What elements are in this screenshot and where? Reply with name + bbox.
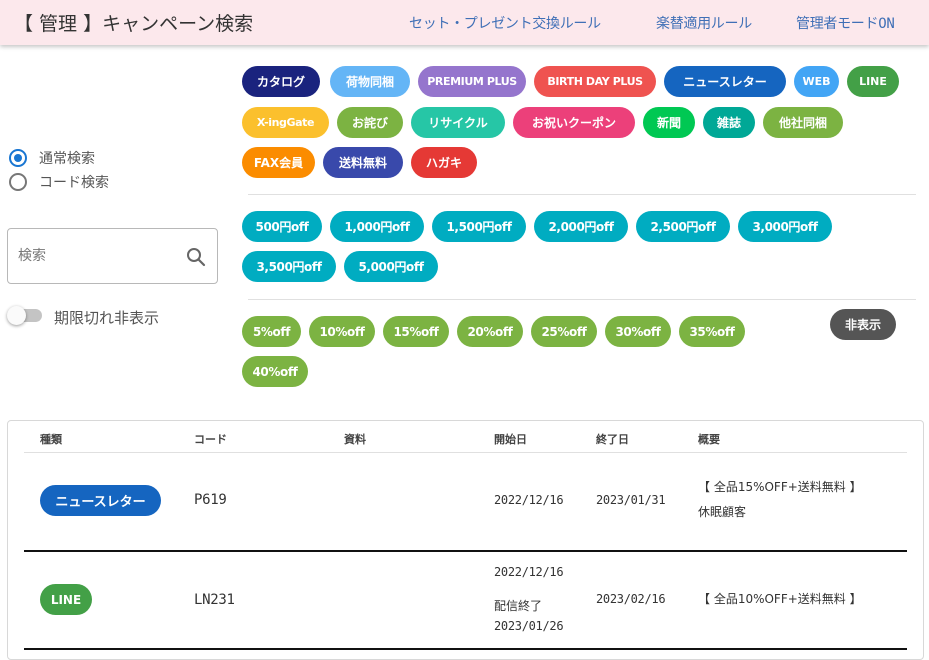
row-type-chip[interactable]: ニュースレター	[40, 485, 161, 516]
chip-yen-off[interactable]: 1,000円off	[330, 211, 424, 242]
radio-label: 通常検索	[39, 151, 95, 167]
row-end-date: 2023/02/16	[596, 592, 666, 606]
row-type-chip[interactable]: LINE	[40, 584, 92, 615]
chip-celebration-coupon[interactable]: お祝いクーポン	[513, 107, 635, 138]
radio-code-search[interactable]: コード検索	[9, 172, 139, 192]
chip-apology[interactable]: お詫び	[337, 107, 403, 138]
column-header-material: 資料	[344, 433, 366, 446]
chip-percent-off[interactable]: 35%off	[679, 316, 745, 347]
chip-percent-off[interactable]: 30%off	[605, 316, 671, 347]
header-divider	[24, 452, 907, 453]
chip-yen-off[interactable]: 500円off	[242, 211, 322, 242]
row-summary: 【 全品10%OFF+送料無料 】	[698, 592, 862, 606]
chip-birthday-plus[interactable]: BIRTH DAY PLUS	[534, 66, 656, 97]
set-present-rule-link[interactable]: セット・プレゼント交換ルール	[409, 13, 601, 33]
chip-web[interactable]: WEB	[794, 66, 839, 97]
chip-catalog[interactable]: カタログ	[242, 66, 320, 97]
app-header: 【 管理 】キャンペーン検索 セット・プレゼント交換ルール 楽替適用ルール 管理…	[0, 0, 929, 45]
row-start-date: 2022/12/16	[494, 565, 564, 579]
chip-fax-member[interactable]: FAX会員	[242, 147, 315, 178]
chip-percent-off[interactable]: 25%off	[531, 316, 597, 347]
row-summary: 【 全品15%OFF+送料無料 】	[698, 480, 862, 494]
chip-package-bundle[interactable]: 荷物同梱	[330, 66, 410, 97]
hide-button[interactable]: 非表示	[830, 309, 896, 340]
radio-checked-icon	[9, 149, 27, 167]
search-icon[interactable]	[184, 245, 208, 269]
search-input[interactable]	[18, 243, 178, 269]
chip-percent-off[interactable]: 20%off	[457, 316, 523, 347]
chip-premium-plus[interactable]: PREMIUM PLUS	[418, 66, 526, 97]
chip-newsletter[interactable]: ニュースレター	[664, 66, 786, 97]
chip-line[interactable]: LINE	[847, 66, 899, 97]
radio-label: コード検索	[39, 175, 109, 191]
row-divider	[24, 550, 907, 552]
chip-yen-off[interactable]: 2,000円off	[534, 211, 628, 242]
column-header-code: コード	[194, 433, 227, 446]
row-code: P619	[194, 492, 227, 508]
divider	[248, 299, 916, 300]
chip-yen-off[interactable]: 5,000円off	[344, 251, 438, 282]
radio-normal-search[interactable]: 通常検索	[9, 148, 139, 168]
chip-newspaper[interactable]: 新聞	[643, 107, 695, 138]
divider	[248, 194, 916, 195]
chip-recycle[interactable]: リサイクル	[411, 107, 505, 138]
chip-percent-off[interactable]: 10%off	[309, 316, 375, 347]
row-summary-note: 休眠顧客	[698, 505, 747, 519]
chip-postcard[interactable]: ハガキ	[411, 147, 477, 178]
chip-percent-off[interactable]: 5%off	[242, 316, 301, 347]
row-start-date: 2022/12/16	[494, 493, 564, 507]
row-divider	[24, 648, 907, 650]
page-title: 【 管理 】キャンペーン検索	[14, 13, 254, 35]
chip-percent-off[interactable]: 15%off	[383, 316, 449, 347]
chip-yen-off[interactable]: 3,500円off	[242, 251, 336, 282]
column-header-summary: 概要	[698, 433, 720, 446]
expired-hide-label: 期限切れ非表示	[54, 309, 160, 327]
chip-yen-off[interactable]: 1,500円off	[432, 211, 526, 242]
row-end-date: 2023/01/31	[596, 493, 666, 507]
row-start-note: 配信終了	[494, 599, 543, 613]
chip-free-shipping[interactable]: 送料無料	[323, 147, 403, 178]
row-start-note-date: 2023/01/26	[494, 619, 564, 633]
chip-xinggate[interactable]: X-ingGate	[242, 107, 329, 138]
chip-magazine[interactable]: 雑誌	[703, 107, 755, 138]
row-code: LN231	[194, 592, 235, 608]
admin-mode-link[interactable]: 管理者モードON	[796, 13, 895, 33]
search-field	[7, 228, 218, 284]
chip-percent-off[interactable]: 40%off	[242, 356, 308, 387]
radio-unchecked-icon	[9, 173, 27, 191]
column-header-start-date: 開始日	[494, 433, 527, 446]
results-table	[7, 420, 924, 660]
column-header-end-date: 終了日	[596, 433, 629, 446]
toggle-thumb	[7, 306, 26, 325]
chip-other-company-bundle[interactable]: 他社同梱	[763, 107, 843, 138]
chip-yen-off[interactable]: 3,000円off	[738, 211, 832, 242]
rakugae-rule-link[interactable]: 楽替適用ルール	[656, 13, 752, 33]
chip-yen-off[interactable]: 2,500円off	[636, 211, 730, 242]
column-header-type: 種類	[40, 433, 62, 446]
expired-hide-toggle[interactable]	[7, 306, 43, 326]
